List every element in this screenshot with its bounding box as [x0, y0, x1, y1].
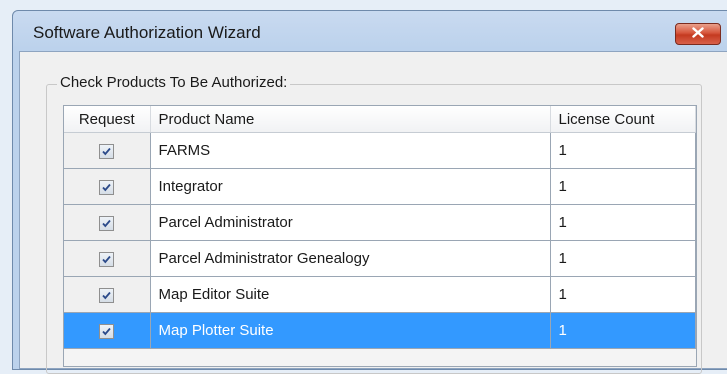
title-bar[interactable]: Software Authorization Wizard: [13, 11, 727, 51]
checkmark-icon: [102, 291, 111, 299]
request-checkbox[interactable]: [99, 215, 115, 231]
request-cell[interactable]: [64, 168, 151, 205]
close-icon: [692, 25, 704, 43]
request-checkbox[interactable]: [99, 143, 115, 159]
product-name-cell[interactable]: Parcel Administrator Genealogy: [150, 240, 551, 277]
license-count-cell[interactable]: 1: [550, 204, 696, 241]
checkmark-icon: [102, 327, 111, 335]
checkmark-icon: [102, 255, 111, 263]
request-cell[interactable]: [64, 240, 151, 277]
checkmark-icon: [102, 147, 111, 155]
license-count-cell[interactable]: 1: [550, 312, 696, 349]
license-count-cell[interactable]: 1: [550, 168, 696, 205]
request-checkbox[interactable]: [99, 323, 115, 339]
table-row-selected[interactable]: Map Plotter Suite 1: [64, 312, 696, 349]
grid-header-row: Request Product Name License Count: [64, 106, 696, 133]
column-header-license-count[interactable]: License Count: [550, 106, 696, 133]
request-checkbox[interactable]: [99, 251, 115, 267]
table-row[interactable]: Parcel Administrator Genealogy 1: [64, 240, 696, 277]
product-name-cell[interactable]: Parcel Administrator: [150, 204, 551, 241]
checkmark-icon: [102, 219, 111, 227]
products-table: Request Product Name License Count FARMS…: [64, 106, 696, 349]
checkmark-icon: [102, 183, 111, 191]
license-count-cell[interactable]: 1: [550, 240, 696, 277]
wizard-window: Software Authorization Wizard Check Prod…: [12, 10, 727, 374]
request-cell[interactable]: [64, 312, 151, 349]
table-row[interactable]: FARMS 1: [64, 132, 696, 169]
request-checkbox[interactable]: [99, 179, 115, 195]
group-legend: Check Products To Be Authorized:: [57, 74, 291, 91]
products-group: Check Products To Be Authorized: Request…: [46, 74, 702, 374]
product-name-cell[interactable]: Map Plotter Suite: [150, 312, 551, 349]
request-checkbox[interactable]: [99, 287, 115, 303]
product-name-cell[interactable]: Map Editor Suite: [150, 276, 551, 313]
product-name-cell[interactable]: Integrator: [150, 168, 551, 205]
request-cell[interactable]: [64, 276, 151, 313]
request-cell[interactable]: [64, 132, 151, 169]
table-row[interactable]: Integrator 1: [64, 168, 696, 205]
close-button[interactable]: [675, 23, 721, 45]
table-row[interactable]: Parcel Administrator 1: [64, 204, 696, 241]
window-title: Software Authorization Wizard: [33, 23, 261, 42]
license-count-cell[interactable]: 1: [550, 132, 696, 169]
dialog-client-area: Check Products To Be Authorized: Request…: [19, 51, 727, 374]
product-name-cell[interactable]: FARMS: [150, 132, 551, 169]
column-header-request[interactable]: Request: [64, 106, 151, 133]
request-cell[interactable]: [64, 204, 151, 241]
table-row[interactable]: Map Editor Suite 1: [64, 276, 696, 313]
license-count-cell[interactable]: 1: [550, 276, 696, 313]
column-header-product-name[interactable]: Product Name: [150, 106, 551, 133]
products-grid[interactable]: Request Product Name License Count FARMS…: [63, 105, 697, 367]
